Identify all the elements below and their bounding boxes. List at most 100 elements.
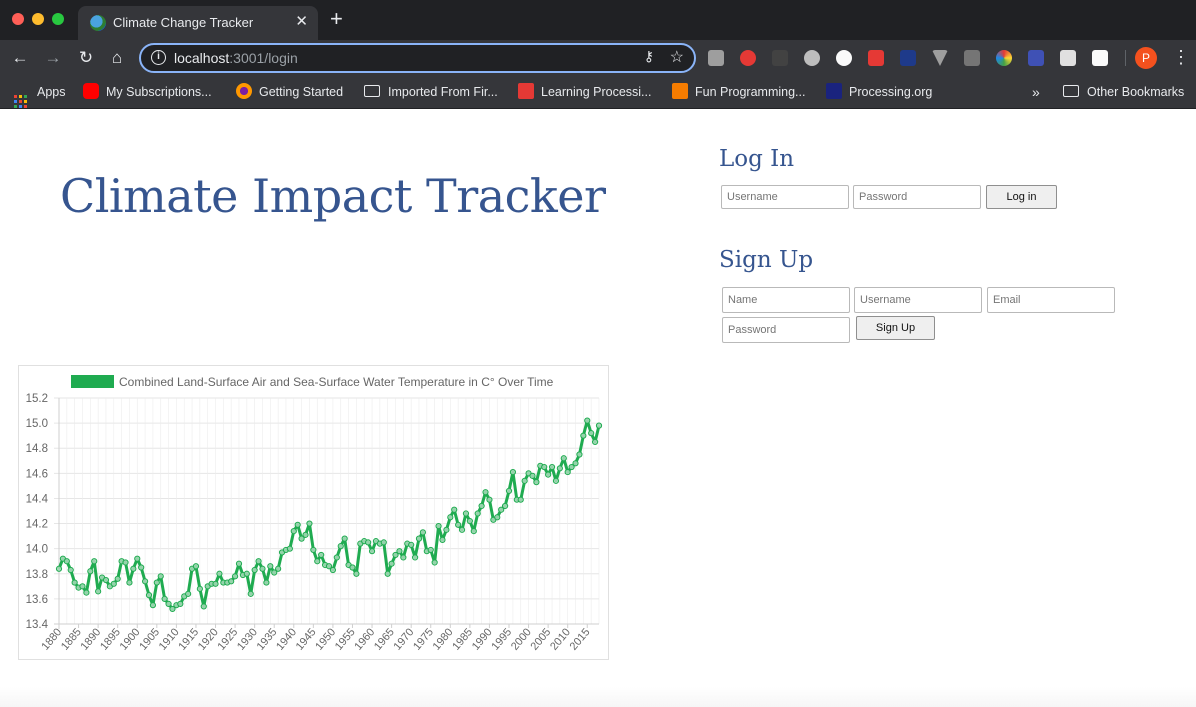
bookmark-folder-imported[interactable]: Imported From Fir... [364,82,498,102]
data-point [591,438,599,446]
browser-tab[interactable]: Climate Change Tracker ✕ [78,6,318,40]
signup-password-input[interactable] [722,317,850,343]
forward-button[interactable]: → [42,47,64,69]
legend-swatch [71,375,114,388]
y-tick-label: 14.6 [26,468,48,480]
extension-icon[interactable] [964,50,980,66]
info-icon[interactable]: i [151,50,166,65]
back-button[interactable]: ← [9,47,31,69]
data-point [145,592,153,599]
x-tick-label: 1920 [196,626,221,652]
bookmark-label: Imported From Fir... [388,85,498,99]
window-close-button[interactable] [12,13,24,25]
signup-button[interactable]: Sign Up [856,316,935,340]
folder-icon [364,85,380,97]
y-tick-label: 14.4 [26,493,49,505]
close-icon[interactable]: ✕ [295,12,308,30]
data-point [486,496,493,503]
home-button[interactable]: ⌂ [106,47,128,69]
x-tick-label: 2000 [509,626,534,652]
data-point [411,554,419,561]
new-tab-button[interactable]: + [330,8,343,30]
data-point [165,600,172,608]
signup-email-input[interactable] [987,287,1115,313]
bookmark-other-folder[interactable]: Other Bookmarks [1063,82,1184,102]
data-point [275,565,282,572]
login-button[interactable]: Log in [986,185,1057,209]
data-point [290,527,297,535]
chart-canvas: Combined Land-Surface Air and Sea-Surfac… [26,375,603,653]
extension-icon[interactable] [708,50,724,66]
bookmark-label: My Subscriptions... [106,85,212,99]
extension-icon[interactable] [804,50,820,66]
x-tick-label: 2015 [568,626,593,652]
bookmarks-overflow-button[interactable]: » [1032,82,1040,102]
profile-avatar[interactable]: P [1135,47,1157,69]
data-point [349,564,356,571]
menu-icon[interactable]: ⋮ [1172,46,1190,68]
data-point [102,576,110,584]
lp-icon [518,83,534,99]
x-tick-label: 1885 [59,626,84,652]
extension-icon[interactable] [868,50,884,66]
tab-title: Climate Change Tracker [113,15,254,30]
bookmark-subscriptions[interactable]: My Subscriptions... [83,82,212,102]
data-point [595,422,603,429]
data-point [247,590,254,597]
extension-icon[interactable] [1028,50,1044,66]
data-point [259,565,266,572]
window-maximize-button[interactable] [52,13,64,25]
data-point [153,579,160,586]
url-text[interactable]: localhost:3001/login [174,50,298,66]
data-point [216,570,223,577]
data-point [443,526,450,533]
extension-icon[interactable] [1092,50,1108,66]
data-point [55,565,63,572]
x-tick-label: 1930 [235,626,260,652]
data-point [521,477,528,484]
bookmark-fun-programming[interactable]: Fun Programming... [672,82,805,102]
data-point [560,455,567,462]
data-point [580,432,587,439]
browser-toolbar: ← → ↻ ⌂ i localhost:3001/login ⚷ ☆ P ⋮ [0,40,1196,76]
x-tick-label: 1980 [431,626,456,652]
login-password-input[interactable] [853,185,981,209]
data-point [365,539,372,546]
bookmark-apps[interactable]: Apps [14,82,66,108]
y-tick-label: 15.0 [26,418,48,430]
data-point [408,541,415,548]
signup-username-input[interactable] [854,287,982,313]
login-username-input[interactable] [721,185,849,209]
y-tick-label: 13.8 [26,569,48,581]
address-bar[interactable]: i localhost:3001/login ⚷ ☆ [139,43,696,73]
reload-button[interactable]: ↻ [75,47,97,69]
bookmark-label: Learning Processi... [541,85,652,99]
data-point [122,559,129,566]
extension-icon[interactable] [996,50,1012,66]
data-point [177,600,184,608]
data-point [388,560,395,567]
data-point [455,521,462,528]
extension-icon[interactable] [836,50,852,66]
x-tick-label: 1895 [98,626,123,652]
y-tick-label: 15.2 [26,393,48,405]
extension-icon[interactable] [740,50,756,66]
data-point [126,579,133,586]
bookmarks-bar: Apps My Subscriptions... Getting Started… [0,76,1196,109]
extension-icon[interactable] [932,50,948,66]
key-icon[interactable]: ⚷ [644,48,654,65]
signup-name-input[interactable] [722,287,850,313]
extension-icon[interactable] [772,50,788,66]
bookmark-processing[interactable]: Processing.org [826,82,932,102]
window-minimize-button[interactable] [32,13,44,25]
extension-icon[interactable] [900,50,916,66]
data-point [212,580,219,587]
bookmark-learning-processing[interactable]: Learning Processi... [518,82,651,102]
data-point [294,521,301,528]
browser-chrome: Climate Change Tracker ✕ + ← → ↻ ⌂ i loc… [0,0,1196,109]
bookmark-getting-started[interactable]: Getting Started [236,82,343,102]
extension-icon[interactable] [1060,50,1076,66]
star-icon[interactable]: ☆ [670,47,684,67]
url-host: localhost [174,50,230,66]
data-point [541,463,548,471]
